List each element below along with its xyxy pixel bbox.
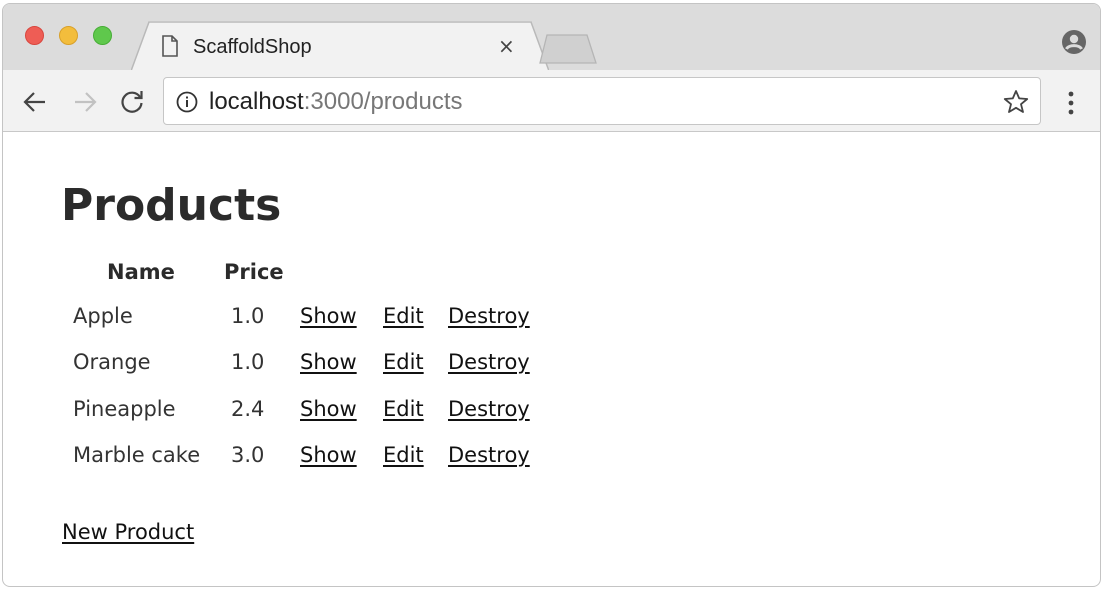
- tab-bar: ScaffoldShop ×: [3, 4, 1100, 71]
- show-link[interactable]: Show: [300, 397, 357, 421]
- cell-price: 1.0: [231, 304, 265, 328]
- cell-name: Orange: [73, 350, 151, 374]
- destroy-link[interactable]: Destroy: [448, 304, 530, 328]
- edit-link[interactable]: Edit: [383, 443, 424, 467]
- url-path: :3000/products: [303, 88, 463, 115]
- show-link[interactable]: Show: [300, 350, 357, 374]
- minimize-window-button[interactable]: [59, 26, 78, 45]
- edit-link[interactable]: Edit: [383, 397, 424, 421]
- destroy-link[interactable]: Destroy: [448, 443, 530, 467]
- maximize-window-button[interactable]: [93, 26, 112, 45]
- cell-name: Marble cake: [73, 443, 201, 467]
- tab-title: ScaffoldShop: [193, 36, 312, 58]
- close-window-button[interactable]: [25, 26, 44, 45]
- column-header-price: Price: [224, 260, 284, 284]
- page-icon: [162, 35, 178, 57]
- new-tab-button[interactable]: [539, 34, 597, 64]
- destroy-link[interactable]: Destroy: [448, 350, 530, 374]
- profile-icon[interactable]: [1061, 29, 1087, 55]
- url-text[interactable]: localhost:3000/products: [209, 88, 463, 116]
- kebab-menu-icon[interactable]: [1063, 89, 1079, 117]
- show-link[interactable]: Show: [300, 304, 357, 328]
- edit-link[interactable]: Edit: [383, 304, 424, 328]
- edit-link[interactable]: Edit: [383, 350, 424, 374]
- cell-name: Apple: [73, 304, 133, 328]
- cell-price: 2.4: [231, 397, 265, 421]
- cell-name: Pineapple: [73, 397, 176, 421]
- url-host: localhost: [209, 88, 304, 115]
- show-link[interactable]: Show: [300, 443, 357, 467]
- new-product-link[interactable]: New Product: [62, 520, 194, 544]
- tab-close-icon[interactable]: ×: [498, 34, 515, 58]
- browser-window: ScaffoldShop × localhost:3000/products P…: [2, 3, 1101, 587]
- column-header-name: Name: [107, 260, 175, 284]
- info-icon[interactable]: [175, 90, 199, 114]
- page-content: Products Name Price Apple 1.0 Show Edit …: [3, 133, 1100, 586]
- reload-icon[interactable]: [118, 88, 146, 116]
- page-title: Products: [61, 180, 282, 231]
- cell-price: 1.0: [231, 350, 265, 374]
- star-icon[interactable]: [1003, 89, 1029, 115]
- back-arrow-icon[interactable]: [21, 88, 49, 116]
- forward-arrow-icon[interactable]: [71, 88, 99, 116]
- destroy-link[interactable]: Destroy: [448, 397, 530, 421]
- cell-price: 3.0: [231, 443, 265, 467]
